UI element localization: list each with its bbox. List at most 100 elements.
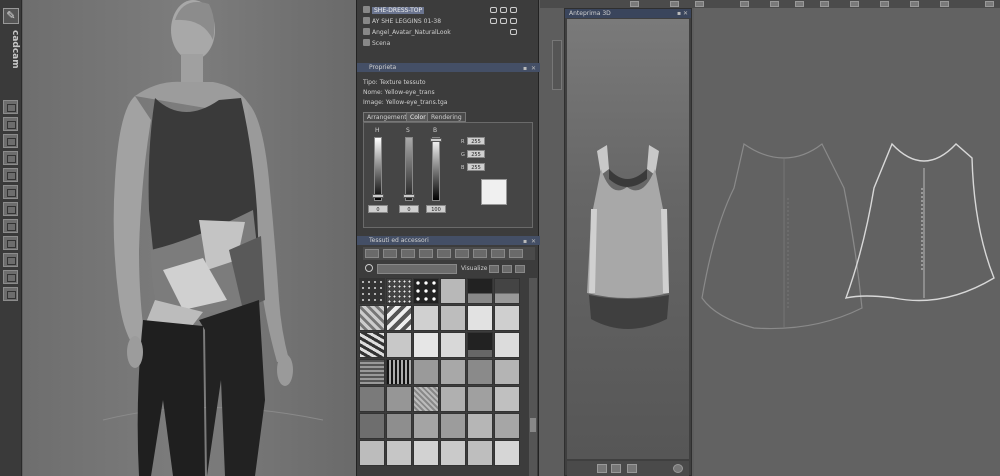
tool-button[interactable] [3, 270, 18, 284]
refresh-icon[interactable] [673, 464, 683, 473]
fabric-swatch[interactable] [467, 359, 493, 385]
fabric-swatch[interactable] [467, 386, 493, 412]
fabric-swatch[interactable] [494, 332, 520, 358]
fabric-swatch[interactable] [413, 440, 439, 466]
fabric-swatch[interactable] [386, 278, 412, 304]
view-medium-icon[interactable] [502, 265, 512, 273]
rgb-value-r[interactable]: 255 [467, 137, 485, 145]
preview-tool-button[interactable] [627, 464, 637, 473]
tool-button[interactable] [3, 117, 18, 131]
fabric-swatch[interactable] [386, 332, 412, 358]
fabric-swatch[interactable] [467, 440, 493, 466]
fabric-search-input[interactable] [377, 264, 457, 274]
tool-button[interactable] [3, 202, 18, 216]
toolbar-button[interactable] [880, 1, 889, 7]
fabric-tool-button[interactable] [473, 249, 487, 258]
toolbar-button[interactable] [850, 1, 859, 7]
fabric-swatch[interactable] [467, 332, 493, 358]
fabric-swatch[interactable] [413, 413, 439, 439]
render-button[interactable] [597, 464, 607, 473]
fabric-swatch[interactable] [494, 386, 520, 412]
rgb-value-g[interactable]: 255 [467, 150, 485, 158]
toolbar-button[interactable] [940, 1, 949, 7]
fabric-tool-button[interactable] [491, 249, 505, 258]
tree-item-top[interactable]: SHE-DRESS-TOP [363, 6, 425, 16]
fabric-swatch[interactable] [359, 386, 385, 412]
slider-h[interactable] [374, 137, 382, 201]
toolbar-button[interactable] [630, 1, 639, 7]
fabric-swatch[interactable] [440, 386, 466, 412]
fabric-swatch[interactable] [413, 332, 439, 358]
toolbar-button[interactable] [985, 1, 994, 7]
fabric-swatch[interactable] [440, 440, 466, 466]
fabric-scrollbar[interactable] [529, 278, 537, 476]
slider-knob[interactable] [430, 138, 442, 143]
pattern-canvas[interactable] [694, 8, 1000, 476]
view-large-icon[interactable] [489, 265, 499, 273]
slider-s[interactable] [405, 137, 413, 201]
new-fabric-button[interactable] [365, 249, 379, 258]
tool-button[interactable] [3, 134, 18, 148]
fabric-swatch[interactable] [386, 359, 412, 385]
preview-tool-button[interactable] [611, 464, 621, 473]
fabric-swatch[interactable] [440, 413, 466, 439]
slider-knob[interactable] [403, 194, 415, 198]
fabric-swatch[interactable] [413, 359, 439, 385]
value-h[interactable]: 0 [368, 205, 388, 213]
eye-icon[interactable] [510, 18, 517, 24]
fabric-swatch[interactable] [494, 305, 520, 331]
fabric-swatch[interactable] [359, 332, 385, 358]
value-s[interactable]: 0 [399, 205, 419, 213]
value-b[interactable]: 100 [426, 205, 446, 213]
panel-controls[interactable]: ▪ ✕ [677, 9, 688, 18]
eye-icon[interactable] [510, 29, 517, 35]
fabric-swatch[interactable] [494, 278, 520, 304]
eye-icon[interactable] [510, 7, 517, 13]
fabric-swatch[interactable] [359, 359, 385, 385]
rgb-value-b[interactable]: 255 [467, 163, 485, 171]
fabric-swatch[interactable] [413, 278, 439, 304]
fabric-swatch[interactable] [467, 278, 493, 304]
tool-button[interactable] [3, 185, 18, 199]
fabric-swatch[interactable] [359, 440, 385, 466]
fabric-swatch[interactable] [359, 278, 385, 304]
fabric-swatch[interactable] [359, 305, 385, 331]
toolbar-button[interactable] [670, 1, 679, 7]
toolbar-button[interactable] [770, 1, 779, 7]
fabric-swatch[interactable] [413, 305, 439, 331]
slider-knob[interactable] [372, 194, 384, 198]
tab-arrangement[interactable]: Arrangement [363, 112, 411, 122]
fabric-swatch[interactable] [494, 440, 520, 466]
fabric-swatch[interactable] [440, 305, 466, 331]
lock-icon[interactable] [490, 7, 497, 13]
material-icon[interactable] [500, 7, 507, 13]
material-icon[interactable] [500, 18, 507, 24]
toolbar-button[interactable] [910, 1, 919, 7]
fabric-swatch[interactable] [386, 386, 412, 412]
toolbar-button[interactable] [795, 1, 804, 7]
fabric-swatch[interactable] [440, 278, 466, 304]
fabric-swatch[interactable] [413, 386, 439, 412]
fabric-tool-button[interactable] [509, 249, 523, 258]
tool-button[interactable] [3, 219, 18, 233]
tool-button[interactable] [3, 287, 18, 301]
fabric-swatch[interactable] [440, 359, 466, 385]
view-small-icon[interactable] [515, 265, 525, 273]
tool-button[interactable] [3, 236, 18, 250]
preview-canvas[interactable] [567, 19, 689, 459]
fabric-tool-button[interactable] [437, 249, 451, 258]
fabric-tool-button[interactable] [401, 249, 415, 258]
panel-controls[interactable]: ▪ ✕ [523, 237, 537, 246]
fabric-swatch[interactable] [440, 332, 466, 358]
fabric-tool-button[interactable] [383, 249, 397, 258]
fabric-swatch[interactable] [494, 413, 520, 439]
tool-button[interactable] [3, 168, 18, 182]
toolbar-button[interactable] [695, 1, 704, 7]
tool-button[interactable] [3, 253, 18, 267]
fabric-tool-button[interactable] [455, 249, 469, 258]
lock-icon[interactable] [490, 18, 497, 24]
toolbar-button[interactable] [820, 1, 829, 7]
tree-item-avatar[interactable]: Angel_Avatar_NaturalLook [363, 28, 451, 38]
scroll-thumb[interactable] [530, 418, 536, 432]
toolbar-button[interactable] [740, 1, 749, 7]
